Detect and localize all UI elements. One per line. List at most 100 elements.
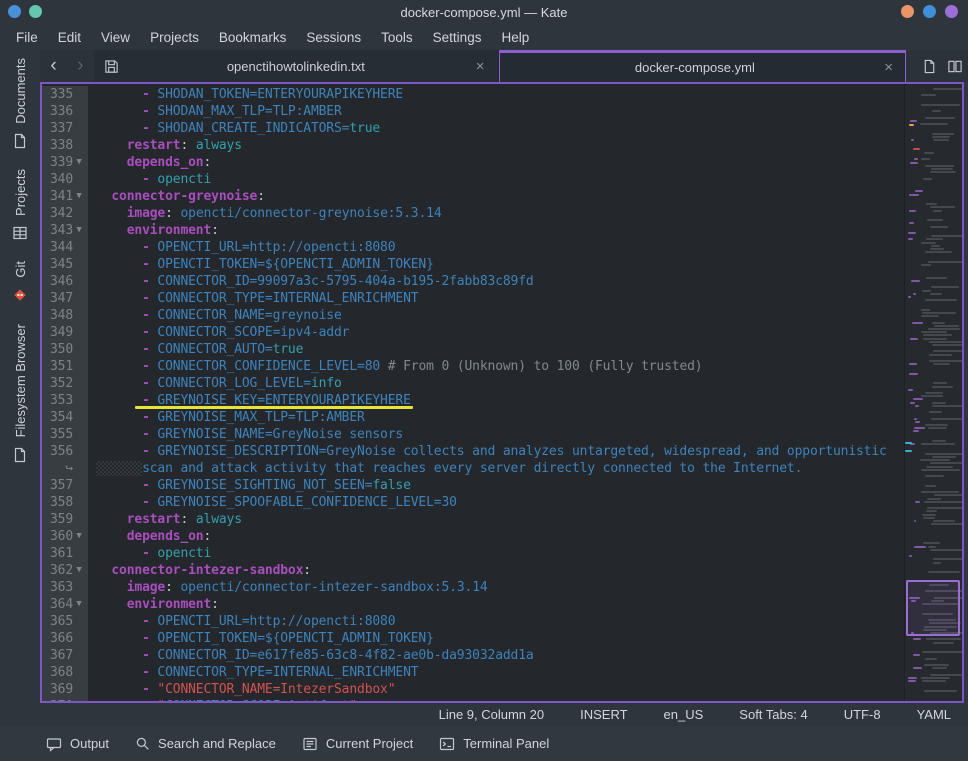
code-text[interactable]: - OPENCTI_TOKEN=${OPENCTI_ADMIN_TOKEN} xyxy=(88,630,904,647)
fold-arrow-icon[interactable]: ▼ xyxy=(73,188,85,205)
code-line[interactable]: 358 - GREYNOISE_SPOOFABLE_CONFIDENCE_LEV… xyxy=(42,494,904,511)
back-icon[interactable]: ‹ xyxy=(40,50,67,82)
line-number-gutter[interactable]: 358 xyxy=(42,494,88,511)
forward-icon[interactable]: › xyxy=(67,50,94,82)
line-number-gutter[interactable]: 341▼ xyxy=(42,188,88,205)
line-number-gutter[interactable]: 359 xyxy=(42,511,88,528)
code-text[interactable]: scan and attack activity that reaches ev… xyxy=(88,460,904,477)
menu-settings[interactable]: Settings xyxy=(423,26,492,49)
code-line[interactable]: 337 - SHODAN_CREATE_INDICATORS=true xyxy=(42,120,904,137)
line-number-gutter[interactable]: 368 xyxy=(42,664,88,681)
fold-arrow-icon[interactable]: ▼ xyxy=(73,562,85,579)
code-text[interactable]: - CONNECTOR_NAME=greynoise xyxy=(88,307,904,324)
line-number-gutter[interactable]: 349 xyxy=(42,324,88,341)
code-text[interactable]: image: opencti/connector-intezer-sandbox… xyxy=(88,579,904,596)
code-text[interactable]: - SHODAN_MAX_TLP=TLP:AMBER xyxy=(88,103,904,120)
code-line[interactable]: 348 - CONNECTOR_NAME=greynoise xyxy=(42,307,904,324)
code-line[interactable]: 367 - CONNECTOR_ID=e617fe85-63c8-4f82-ae… xyxy=(42,647,904,664)
code-text[interactable]: - opencti xyxy=(88,171,904,188)
code-line[interactable]: 355 - GREYNOISE_NAME=GreyNoise sensors xyxy=(42,426,904,443)
minimap-viewport[interactable] xyxy=(906,580,960,636)
line-number-gutter[interactable]: 357 xyxy=(42,477,88,494)
sidebar-item-documents[interactable]: Documents xyxy=(12,58,28,149)
statusbar-cursor-position[interactable]: Line 9, Column 20 xyxy=(439,707,545,722)
code-line[interactable]: 347 - CONNECTOR_TYPE=INTERNAL_ENRICHMENT xyxy=(42,290,904,307)
code-line[interactable]: 361 - opencti xyxy=(42,545,904,562)
sidebar-item-git[interactable]: Git xyxy=(11,261,29,305)
close-icon[interactable]: × xyxy=(473,58,488,75)
line-number-gutter[interactable]: 347 xyxy=(42,290,88,307)
sidebar-item-projects[interactable]: Projects xyxy=(12,169,28,241)
code-line[interactable]: 366 - OPENCTI_TOKEN=${OPENCTI_ADMIN_TOKE… xyxy=(42,630,904,647)
fold-arrow-icon[interactable]: ▼ xyxy=(73,596,85,613)
statusbar-input-mode[interactable]: INSERT xyxy=(580,707,627,722)
menu-edit[interactable]: Edit xyxy=(48,26,91,49)
code-text[interactable]: environment: xyxy=(88,596,904,613)
window-maximize-button[interactable] xyxy=(923,5,936,18)
line-number-gutter[interactable]: 343▼ xyxy=(42,222,88,239)
menu-sessions[interactable]: Sessions xyxy=(296,26,371,49)
code-text[interactable]: - GREYNOISE_SIGHTING_NOT_SEEN=false xyxy=(88,477,904,494)
tab-docker-compose[interactable]: docker-compose.yml × xyxy=(499,50,907,82)
code-line[interactable]: 344 - OPENCTI_URL=http://opencti:8080 xyxy=(42,239,904,256)
code-line[interactable]: 353 - GREYNOISE_KEY=ENTERYOURAPIKEYHERE xyxy=(42,392,904,409)
code-line[interactable]: 352 - CONNECTOR_LOG_LEVEL=info xyxy=(42,375,904,392)
menu-view[interactable]: View xyxy=(91,26,140,49)
line-number-gutter[interactable]: 345 xyxy=(42,256,88,273)
line-number-gutter[interactable]: 339▼ xyxy=(42,154,88,171)
line-number-gutter[interactable]: 365 xyxy=(42,613,88,630)
code-line[interactable]: 350 - CONNECTOR_AUTO=true xyxy=(42,341,904,358)
code-line[interactable]: 360▼ depends_on: xyxy=(42,528,904,545)
line-number-gutter[interactable]: 348 xyxy=(42,307,88,324)
code-line[interactable]: 351 - CONNECTOR_CONFIDENCE_LEVEL=80 # Fr… xyxy=(42,358,904,375)
line-number-gutter[interactable]: 366 xyxy=(42,630,88,647)
code-text[interactable]: - CONNECTOR_SCOPE=ipv4-addr xyxy=(88,324,904,341)
code-line[interactable]: 362▼ connector-intezer-sandbox: xyxy=(42,562,904,579)
window-close-button[interactable] xyxy=(945,5,958,18)
code-line[interactable]: 346 - CONNECTOR_ID=99097a3c-5795-404a-b1… xyxy=(42,273,904,290)
code-text[interactable]: - OPENCTI_TOKEN=${OPENCTI_ADMIN_TOKEN} xyxy=(88,256,904,273)
menu-help[interactable]: Help xyxy=(491,26,539,49)
current-project-button[interactable]: Current Project xyxy=(296,732,419,756)
code-line[interactable]: 369 - "CONNECTOR_NAME=IntezerSandbox" xyxy=(42,681,904,698)
code-line[interactable]: 356 - GREYNOISE_DESCRIPTION=GreyNoise co… xyxy=(42,443,904,460)
window-minimize-button[interactable] xyxy=(901,5,914,18)
sidebar-item-filesystem-browser[interactable]: Filesystem Browser xyxy=(12,324,28,462)
code-line-wrap[interactable]: ↪ scan and attack activity that reaches … xyxy=(42,460,904,477)
code-text[interactable]: - GREYNOISE_MAX_TLP=TLP:AMBER xyxy=(88,409,904,426)
code-text[interactable]: - CONNECTOR_LOG_LEVEL=info xyxy=(88,375,904,392)
line-number-gutter[interactable]: 362▼ xyxy=(42,562,88,579)
code-text[interactable]: - CONNECTOR_ID=99097a3c-5795-404a-b195-2… xyxy=(88,273,904,290)
line-number-gutter[interactable]: 351 xyxy=(42,358,88,375)
code-text[interactable]: image: opencti/connector-greynoise:5.3.1… xyxy=(88,205,904,222)
code-text[interactable]: - GREYNOISE_NAME=GreyNoise sensors xyxy=(88,426,904,443)
code-line[interactable]: 335 - SHODAN_TOKEN=ENTERYOURAPIKEYHERE xyxy=(42,86,904,103)
line-number-gutter[interactable]: 364▼ xyxy=(42,596,88,613)
new-document-icon[interactable] xyxy=(916,50,942,82)
code-text[interactable]: - SHODAN_TOKEN=ENTERYOURAPIKEYHERE xyxy=(88,86,904,103)
code-line[interactable]: 365 - OPENCTI_URL=http://opencti:8080 xyxy=(42,613,904,630)
line-number-gutter[interactable]: 337 xyxy=(42,120,88,137)
tab-openctihowtolinkedin[interactable]: openctihowtolinkedin.txt × xyxy=(94,50,499,82)
line-number-gutter[interactable]: 342 xyxy=(42,205,88,222)
code-line[interactable]: 341▼ connector-greynoise: xyxy=(42,188,904,205)
code-text[interactable]: - CONNECTOR_TYPE=INTERNAL_ENRICHMENT xyxy=(88,664,904,681)
code-line[interactable]: 342 image: opencti/connector-greynoise:5… xyxy=(42,205,904,222)
code-text[interactable]: connector-intezer-sandbox: xyxy=(88,562,904,579)
editor-view[interactable]: 335 - SHODAN_TOKEN=ENTERYOURAPIKEYHERE33… xyxy=(40,82,964,703)
output-button[interactable]: Output xyxy=(40,732,115,756)
line-number-gutter[interactable]: 356 xyxy=(42,443,88,460)
line-number-gutter[interactable]: 340 xyxy=(42,171,88,188)
code-line[interactable]: 364▼ environment: xyxy=(42,596,904,613)
menu-file[interactable]: File xyxy=(6,26,48,49)
minimap-scrollbar[interactable] xyxy=(904,84,962,701)
code-line[interactable]: 357 - GREYNOISE_SIGHTING_NOT_SEEN=false xyxy=(42,477,904,494)
code-line[interactable]: 368 - CONNECTOR_TYPE=INTERNAL_ENRICHMENT xyxy=(42,664,904,681)
code-text[interactable]: - OPENCTI_URL=http://opencti:8080 xyxy=(88,613,904,630)
code-text[interactable]: - "CONNECTOR_SCOPE=Artifact" xyxy=(88,698,904,701)
statusbar-syntax-highlighting[interactable]: YAML xyxy=(917,707,951,722)
line-number-gutter[interactable]: 335 xyxy=(42,86,88,103)
line-number-gutter[interactable]: 367 xyxy=(42,647,88,664)
code-text[interactable]: - CONNECTOR_AUTO=true xyxy=(88,341,904,358)
search-and-replace-button[interactable]: Search and Replace xyxy=(129,732,282,755)
